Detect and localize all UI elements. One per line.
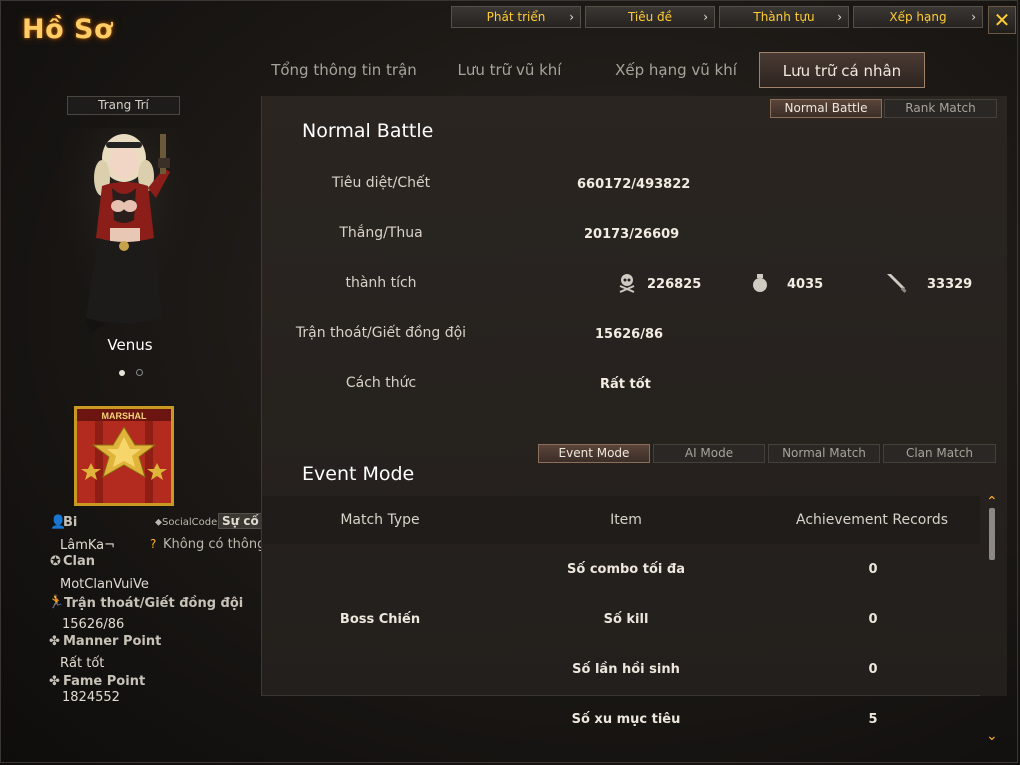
carousel-dot-active[interactable] <box>119 370 125 376</box>
help-icon[interactable]: ? <box>150 537 156 551</box>
tab-weapon-archive[interactable]: Lưu trữ vũ khí <box>452 52 567 88</box>
tab-clan-match[interactable]: Clan Match <box>883 444 996 463</box>
item-cell: Số combo tối đa <box>567 562 685 577</box>
tab-event-mode[interactable]: Event Mode <box>538 444 650 463</box>
window-title: Hồ Sơ <box>22 14 114 45</box>
row-divider <box>262 695 980 696</box>
nav-button-titles[interactable]: Tiêu đề › <box>585 6 715 28</box>
column-match-type: Match Type <box>340 512 420 528</box>
chevron-right-icon: › <box>837 10 842 24</box>
nav-button-ranking[interactable]: Xếp hạng › <box>853 6 983 28</box>
manner-value: Rất tốt <box>60 656 105 671</box>
ach-skull-value: 226825 <box>647 277 702 292</box>
kd-label: Tiêu diệt/Chết <box>331 175 431 191</box>
kd-value: 660172/493822 <box>577 177 691 192</box>
nav-label: Phát triển <box>486 10 546 24</box>
clan-label: Clan <box>63 554 96 569</box>
marshal-rank-icon: MARSHAL <box>77 409 171 503</box>
rank-badge: MARSHAL <box>74 406 174 506</box>
record-cell: 0 <box>868 662 878 677</box>
table-header: Match Type Item Achievement Records <box>262 496 980 544</box>
clan-value: MotClanVuiVe <box>60 577 149 592</box>
chevron-right-icon: › <box>569 10 574 24</box>
character-portrait <box>62 128 192 338</box>
social-code-label: ⬥SocialCode <box>155 517 218 528</box>
character-name: Venus <box>107 336 153 354</box>
tab-personal-archive[interactable]: Lưu trữ cá nhân <box>759 52 925 88</box>
escape-teamkill-label: Trận thoát/Giết đồng đội <box>295 325 467 341</box>
skull-icon <box>619 274 635 293</box>
clan-icon: ✪ <box>50 554 61 569</box>
manner-row-value: Rất tốt <box>600 377 651 392</box>
match-type-cell: Boss Chiến <box>339 612 421 627</box>
item-cell: Số xu mục tiêu <box>571 712 681 727</box>
nav-button-achievements[interactable]: Thành tựu › <box>719 6 849 28</box>
clover-icon: ✤ <box>49 634 60 649</box>
escape-label: Trận thoát/Giết đồng đội <box>64 596 244 611</box>
achievement-label: thành tích <box>345 275 417 291</box>
tab-normal-match[interactable]: Normal Match <box>768 444 880 463</box>
tab-match-summary[interactable]: Tổng thông tin trận đấu <box>258 52 430 115</box>
tab-normal-battle[interactable]: Normal Battle <box>770 99 882 118</box>
carousel-dots <box>119 361 149 380</box>
nickname-value: LâmKa¬ <box>60 538 116 553</box>
tab-weapon-ranking[interactable]: Xếp hạng vũ khí <box>608 52 744 88</box>
scrollbar-thumb[interactable] <box>989 508 995 560</box>
event-mode-title: Event Mode <box>302 463 415 485</box>
record-cell: 0 <box>868 612 878 627</box>
nav-button-development[interactable]: Phát triển › <box>451 6 581 28</box>
escape-teamkill-value: 15626/86 <box>595 327 664 342</box>
clover-icon: ✤ <box>49 674 60 689</box>
nickname-label: Bi <box>63 515 78 530</box>
nav-label: Xếp hạng <box>889 10 947 24</box>
manner-label: Manner Point <box>63 634 162 649</box>
rank-label: MARSHAL <box>102 411 147 421</box>
grenade-icon <box>753 274 767 292</box>
manner-row-label: Cách thức <box>345 375 417 391</box>
item-cell: Số lần hồi sinh <box>572 662 680 677</box>
normal-battle-title: Normal Battle <box>302 120 434 142</box>
escape-value: 15626/86 <box>62 617 125 632</box>
tab-ai-mode[interactable]: AI Mode <box>653 444 765 463</box>
chevron-right-icon: › <box>971 10 976 24</box>
win-loss-value: 20173/26609 <box>584 227 680 242</box>
nav-label: Tiêu đề <box>627 10 673 24</box>
column-achievement-records: Achievement Records <box>795 512 949 528</box>
ach-grenade-value: 4035 <box>787 277 824 292</box>
record-cell: 5 <box>868 712 878 727</box>
scroll-down-icon[interactable]: ⌄ <box>986 728 998 744</box>
fame-label: Fame Point <box>63 674 146 689</box>
nav-label: Thành tựu <box>753 10 815 24</box>
item-cell: Số kill <box>603 612 649 627</box>
knife-icon <box>887 274 907 293</box>
record-cell: 0 <box>868 562 878 577</box>
tab-rank-match[interactable]: Rank Match <box>884 99 997 118</box>
fame-value: 1824552 <box>62 690 120 705</box>
social-code-value[interactable]: Sự cố <box>218 513 263 529</box>
running-icon: 🏃 <box>48 595 65 610</box>
column-item: Item <box>610 512 642 528</box>
ach-knife-value: 33329 <box>927 277 973 292</box>
win-loss-label: Thắng/Thua <box>339 225 423 241</box>
chevron-right-icon: › <box>703 10 708 24</box>
tag-icon: ⬥ <box>155 517 162 528</box>
decor-button[interactable]: Trang Trí <box>67 96 180 115</box>
close-button[interactable]: ✕ <box>988 6 1016 34</box>
carousel-dot[interactable] <box>136 369 144 376</box>
